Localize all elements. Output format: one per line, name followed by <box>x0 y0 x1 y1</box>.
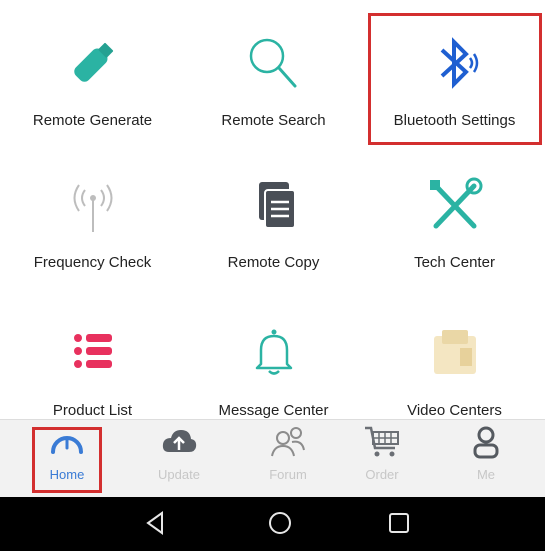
tab-me-label: Me <box>476 467 496 482</box>
back-icon[interactable] <box>144 509 168 542</box>
frequency-check-tile[interactable]: Frequency Check <box>2 170 183 271</box>
video-centers-label: Video Centers <box>407 402 502 419</box>
home-circle-icon[interactable] <box>266 509 294 542</box>
bluetooth-highlight-box <box>368 13 542 145</box>
remote-search-label: Remote Search <box>221 112 326 129</box>
antenna-signal-icon <box>58 170 128 240</box>
tab-update[interactable]: Update <box>139 424 219 482</box>
tab-me[interactable]: Me <box>446 424 526 482</box>
remote-copy-label: Remote Copy <box>227 254 320 271</box>
message-center-tile[interactable]: Message Center <box>183 318 364 419</box>
product-list-label: Product List <box>52 402 133 419</box>
cart-icon <box>362 424 402 465</box>
system-navigation-bar <box>0 497 545 551</box>
remote-copy-tile[interactable]: Remote Copy <box>183 170 364 271</box>
frequency-check-label: Frequency Check <box>33 254 152 271</box>
tools-icon <box>420 170 490 240</box>
magnifier-icon <box>239 28 309 98</box>
recents-square-icon[interactable] <box>387 509 411 542</box>
remote-generate-tile[interactable]: Remote Generate <box>2 28 183 129</box>
feature-grid: Remote Generate Remote Search Bluetooth … <box>0 0 545 420</box>
tech-center-tile[interactable]: Tech Center <box>364 170 545 271</box>
bell-icon <box>239 318 309 388</box>
remote-search-tile[interactable]: Remote Search <box>183 28 364 129</box>
tab-forum[interactable]: Forum <box>248 424 328 482</box>
tab-update-label: Update <box>158 467 200 482</box>
video-folder-icon <box>420 318 490 388</box>
cloud-upload-icon <box>159 424 199 465</box>
video-centers-tile[interactable]: Video Centers <box>364 318 545 419</box>
copy-document-icon <box>239 170 309 240</box>
person-icon <box>466 424 506 465</box>
list-icon <box>58 318 128 388</box>
people-icon <box>268 424 308 465</box>
product-list-tile[interactable]: Product List <box>2 318 183 419</box>
tab-forum-label: Forum <box>269 467 307 482</box>
message-center-label: Message Center <box>218 402 329 419</box>
tab-order[interactable]: Order <box>342 424 422 482</box>
home-tab-highlight-box <box>32 427 102 493</box>
usb-stick-icon <box>58 28 128 98</box>
tab-order-label: Order <box>365 467 399 482</box>
remote-generate-label: Remote Generate <box>32 112 153 129</box>
tech-center-label: Tech Center <box>414 254 495 271</box>
